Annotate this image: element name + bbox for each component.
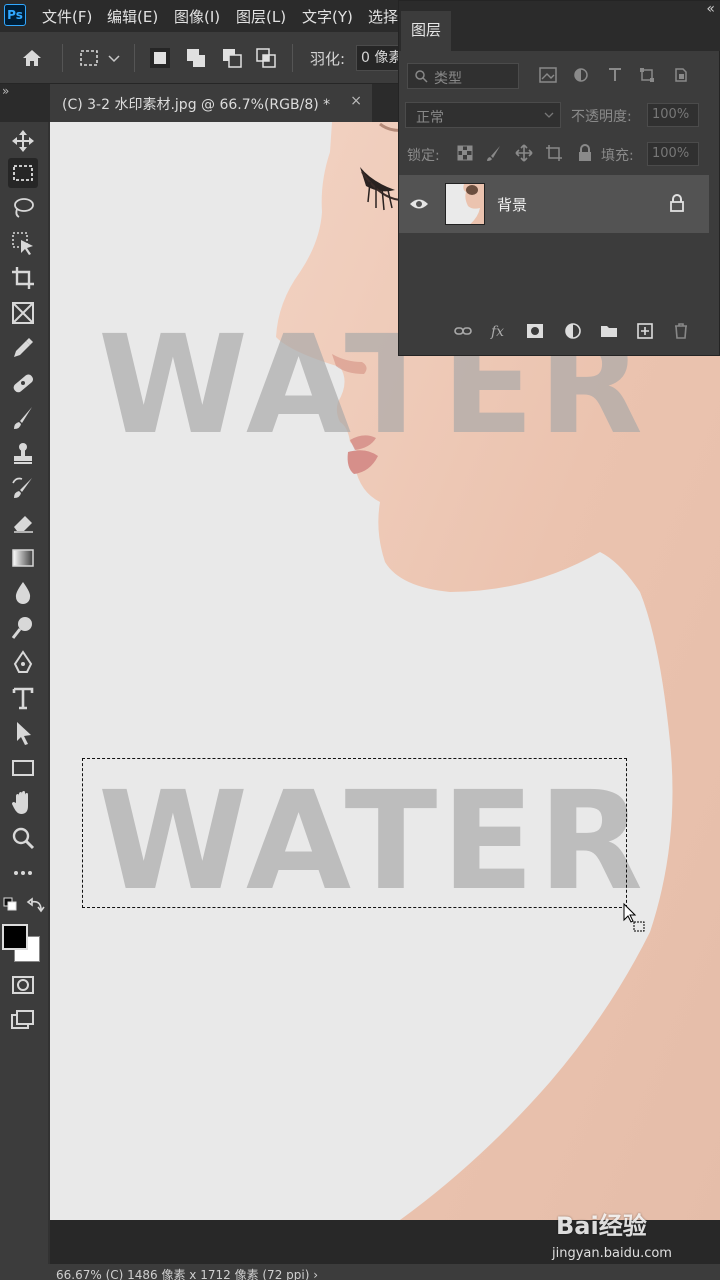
blend-mode-value: 正常 xyxy=(416,110,444,126)
baidu-jingyan-logo: Bai经验 xyxy=(556,1212,647,1240)
filter-adjustment-icon[interactable] xyxy=(573,67,589,83)
move-tool-icon[interactable] xyxy=(8,126,38,156)
new-layer-icon[interactable] xyxy=(635,321,655,341)
chevron-down-icon[interactable] xyxy=(106,46,122,70)
filter-shape-icon[interactable] xyxy=(639,67,655,83)
opacity-label: 不透明度: xyxy=(571,109,632,125)
blur-tool-icon[interactable] xyxy=(8,578,38,608)
cursor-icon xyxy=(623,902,645,932)
lock-label: 锁定: xyxy=(407,148,440,164)
layers-panel-header: 图层 « xyxy=(399,1,720,51)
swap-colors-icon[interactable] xyxy=(22,894,45,924)
lock-all-icon[interactable] xyxy=(577,144,593,162)
history-brush-tool-icon[interactable] xyxy=(8,473,38,503)
hand-tool-icon[interactable] xyxy=(8,788,38,818)
frame-tool-icon[interactable] xyxy=(8,298,38,328)
collapse-toolbar-icon[interactable]: » xyxy=(2,84,9,98)
adjustment-layer-icon[interactable] xyxy=(563,321,583,341)
status-info[interactable]: 66.67% (C) 1486 像素 x 1712 像素 (72 ppi) › xyxy=(56,1266,318,1280)
add-mask-icon[interactable] xyxy=(525,321,545,341)
lock-transparent-icon[interactable] xyxy=(457,145,473,161)
object-select-tool-icon[interactable] xyxy=(8,228,38,258)
fill-input[interactable]: 100% xyxy=(647,142,699,166)
eyedropper-tool-icon[interactable] xyxy=(8,333,38,363)
intersect-selection-icon[interactable] xyxy=(254,46,278,70)
clone-stamp-tool-icon[interactable] xyxy=(8,438,38,468)
home-icon[interactable] xyxy=(20,46,44,70)
layers-panel-footer: fx xyxy=(399,311,720,351)
search-icon xyxy=(415,70,428,83)
type-tool-icon[interactable] xyxy=(8,683,38,713)
rect-marquee-tool-icon[interactable] xyxy=(8,158,38,188)
lock-image-icon[interactable] xyxy=(485,144,503,162)
lock-artboard-icon[interactable] xyxy=(545,144,563,162)
menu-image[interactable]: 图像(I) xyxy=(174,6,220,27)
delete-layer-icon[interactable] xyxy=(671,321,691,341)
marquee-preset-icon[interactable] xyxy=(78,46,102,70)
filter-smart-object-icon[interactable] xyxy=(673,67,689,83)
tab-layers-label: 图层 xyxy=(411,21,442,39)
layer-filter-select[interactable]: 类型 xyxy=(407,63,519,89)
svg-text:fx: fx xyxy=(490,324,504,340)
crop-tool-icon[interactable] xyxy=(8,263,38,293)
rectangle-tool-icon[interactable] xyxy=(8,753,38,783)
tab-layers[interactable]: 图层 xyxy=(401,11,451,51)
baidu-jingyan-url: jingyan.baidu.com xyxy=(552,1246,672,1261)
more-tools-icon[interactable] xyxy=(8,858,38,888)
marquee-selection[interactable] xyxy=(82,758,627,908)
menu-edit[interactable]: 编辑(E) xyxy=(107,6,158,27)
panel-collapse-icon[interactable]: « xyxy=(706,1,715,17)
filter-pixel-icon[interactable] xyxy=(539,67,557,83)
healing-brush-tool-icon[interactable] xyxy=(8,368,38,398)
fill-label: 填充: xyxy=(601,148,634,164)
lock-position-icon[interactable] xyxy=(515,144,533,162)
layer-filter-label: 类型 xyxy=(434,71,462,87)
filter-type-icon[interactable] xyxy=(607,67,623,83)
color-swatches[interactable] xyxy=(2,922,42,964)
pen-tool-icon[interactable] xyxy=(8,648,38,678)
zoom-tool-icon[interactable] xyxy=(8,823,38,853)
gradient-tool-icon[interactable] xyxy=(8,543,38,573)
foreground-color-swatch[interactable] xyxy=(2,924,28,950)
lasso-tool-icon[interactable] xyxy=(8,193,38,223)
screen-mode-icon[interactable] xyxy=(8,1005,38,1035)
path-selection-tool-icon[interactable] xyxy=(8,718,38,748)
menu-layer[interactable]: 图层(L) xyxy=(236,6,286,27)
new-selection-icon[interactable] xyxy=(148,46,172,70)
blend-mode-select[interactable]: 正常 xyxy=(405,102,561,128)
brush-tool-icon[interactable] xyxy=(8,403,38,433)
feather-input[interactable]: 0 像素 xyxy=(356,45,400,71)
layer-thumbnail xyxy=(445,183,485,225)
subtract-selection-icon[interactable] xyxy=(220,46,244,70)
dodge-tool-icon[interactable] xyxy=(8,613,38,643)
photoshop-logo: Ps xyxy=(4,4,26,26)
tools-panel xyxy=(0,122,48,1280)
opacity-input[interactable]: 100% xyxy=(647,103,699,127)
new-group-icon[interactable] xyxy=(599,321,619,341)
chevron-down-icon xyxy=(544,112,554,118)
document-tab[interactable]: (C) 3-2 水印素材.jpg @ 66.7%(RGB/8) * × xyxy=(50,84,372,122)
menu-type[interactable]: 文字(Y) xyxy=(302,6,353,27)
quick-mask-icon[interactable] xyxy=(8,970,38,1000)
menu-file[interactable]: 文件(F) xyxy=(42,6,92,27)
visibility-eye-icon[interactable] xyxy=(409,197,429,211)
menu-select[interactable]: 选择 xyxy=(368,6,398,27)
eraser-tool-icon[interactable] xyxy=(8,508,38,538)
feather-label: 羽化: xyxy=(310,50,346,68)
document-tab-title: (C) 3-2 水印素材.jpg @ 66.7%(RGB/8) * xyxy=(62,97,331,113)
link-layers-icon[interactable] xyxy=(453,321,473,341)
fx-layer-style-icon[interactable]: fx xyxy=(489,321,509,341)
layer-lock-icon[interactable] xyxy=(669,193,685,213)
add-to-selection-icon[interactable] xyxy=(184,46,208,70)
layer-row-background[interactable]: 背景 xyxy=(399,175,709,233)
layers-panel: 图层 « 类型 正常 不透明度: 100% 锁定: 填充: 100% 背景 fx xyxy=(398,0,720,356)
close-icon[interactable]: × xyxy=(350,93,362,109)
layer-name: 背景 xyxy=(497,196,528,214)
